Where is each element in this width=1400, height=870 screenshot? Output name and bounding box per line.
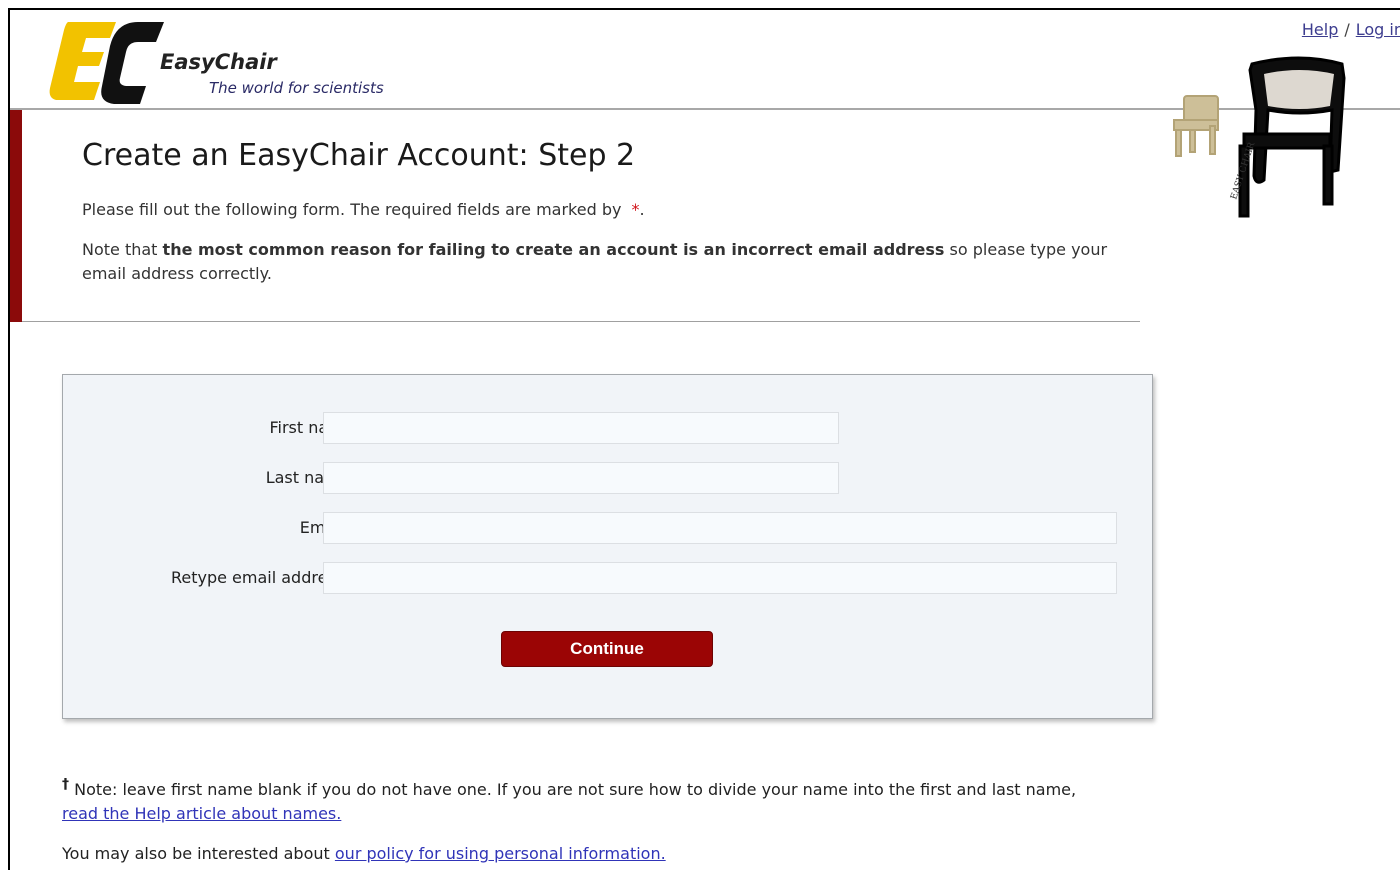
page-title: Create an EasyChair Account: Step 2: [82, 138, 636, 173]
ec-logo-mark-icon: [49, 22, 164, 104]
page-frame: EasyChair The world for scientists Help /…: [8, 8, 1400, 870]
first-name-row: First name†:: [63, 412, 1154, 444]
chair-illustration-icon: EASY CHAIR: [1173, 56, 1346, 218]
privacy-policy-link[interactable]: our policy for using personal informatio…: [335, 844, 666, 863]
email-note-bold: the most common reason for failing to cr…: [162, 240, 945, 259]
required-marker: *: [631, 200, 640, 219]
login-link[interactable]: Log in: [1356, 20, 1400, 39]
retype-email-input[interactable]: [323, 562, 1117, 594]
last-name-row: Last name*: [63, 462, 1154, 494]
email-input[interactable]: [323, 512, 1117, 544]
email-note-text: Note that the most common reason for fai…: [82, 240, 1108, 283]
required-fields-text: Please fill out the following form. The …: [82, 200, 645, 219]
last-name-input[interactable]: [323, 462, 839, 494]
top-links-separator: /: [1344, 20, 1350, 39]
first-name-input[interactable]: [323, 412, 839, 444]
intro-section: Create an EasyChair Account: Step 2 Plea…: [10, 110, 1140, 322]
footnotes: † Note: leave first name blank if you do…: [62, 778, 1192, 870]
names-note: † Note: leave first name blank if you do…: [62, 776, 1077, 823]
intro-accent-bar: [10, 110, 22, 322]
help-link[interactable]: Help: [1302, 20, 1338, 39]
continue-button[interactable]: Continue: [501, 631, 713, 667]
names-help-link[interactable]: read the Help article about names.: [62, 804, 341, 823]
retype-email-row: Retype email address:*: [63, 562, 1154, 594]
logo-tagline: The world for scientists: [209, 79, 384, 97]
email-row: Email:*: [63, 512, 1154, 544]
dagger-footnote-marker: †: [62, 776, 69, 793]
policy-note: You may also be interested about our pol…: [62, 844, 666, 863]
logo-name: EasyChair: [160, 50, 277, 74]
intro-text: Please fill out the following form. The …: [82, 198, 1112, 302]
top-links: Help / Log in: [1302, 20, 1400, 39]
easychair-logo[interactable]: EasyChair The world for scientists: [46, 16, 426, 106]
account-form: First name†: Last name* Email:* Retype e…: [62, 374, 1153, 719]
